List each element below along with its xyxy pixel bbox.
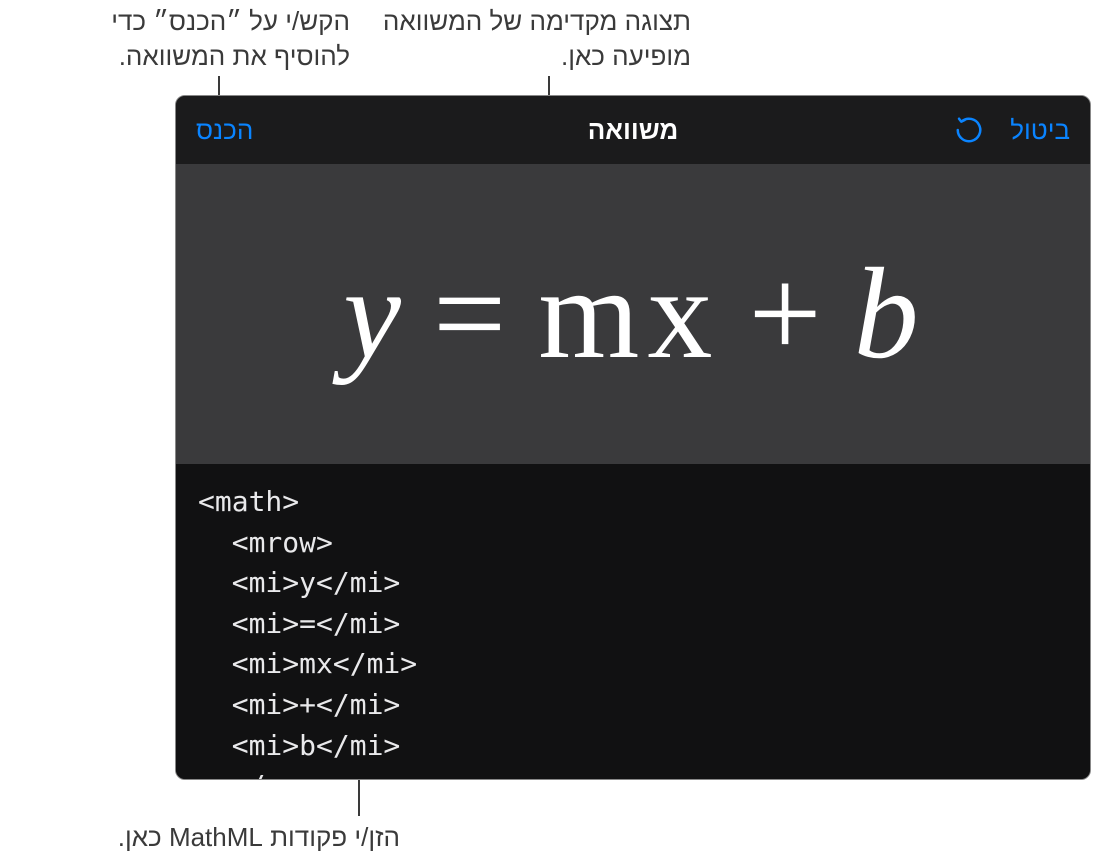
- redo-icon[interactable]: [954, 115, 984, 145]
- eqn-b: b: [854, 239, 923, 389]
- eqn-plus: +: [730, 239, 843, 389]
- equation-preview: y = mx + b: [176, 164, 1090, 464]
- eqn-y: y: [343, 239, 405, 389]
- panel-title: משוואה: [176, 115, 1090, 146]
- callout-preview-hint: תצוגה מקדימה של המשוואה מופיעה כאן.: [371, 4, 691, 74]
- eqn-mx: mx: [538, 239, 720, 389]
- callout-enter-code-hint: הזן/י פקודות MathML כאן.: [80, 820, 400, 855]
- mathml-code-input[interactable]: <math> <mrow> <mi>y</mi> <mi>=</mi> <mi>…: [176, 464, 1090, 779]
- titlebar: ביטול משוואה הכנס: [176, 96, 1090, 164]
- cancel-button[interactable]: ביטול: [1010, 115, 1070, 146]
- equation-render: y = mx + b: [343, 239, 922, 389]
- equation-editor-panel: ביטול משוואה הכנס y = mx + b <math> <m: [175, 95, 1091, 780]
- eqn-equals: =: [415, 239, 528, 389]
- callout-insert-hint: הקש/י על ״הכנס״ כדי להוסיף את המשוואה.: [100, 4, 350, 74]
- insert-button[interactable]: הכנס: [196, 115, 253, 146]
